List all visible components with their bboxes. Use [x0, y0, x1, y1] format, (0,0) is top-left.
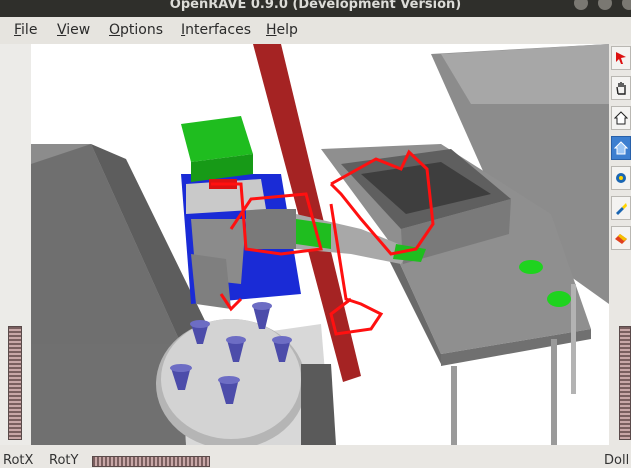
select-tool[interactable]: [611, 46, 631, 70]
dolly-slider[interactable]: [619, 326, 631, 440]
menu-view[interactable]: View: [57, 22, 90, 38]
eraser-tool[interactable]: [611, 226, 631, 250]
roty-slider[interactable]: [92, 456, 210, 467]
home-icon: [614, 111, 628, 125]
menubar: File View Options Interfaces Help: [0, 17, 631, 44]
view-all-icon: [614, 141, 628, 155]
bottom-controls: RotX RotY Doll: [0, 445, 631, 468]
view-all-tool[interactable]: [611, 136, 631, 160]
eraser-icon: [615, 234, 627, 244]
home-tool[interactable]: [611, 106, 631, 130]
menu-file[interactable]: File: [14, 22, 37, 38]
viewer-toolbar: [611, 44, 631, 254]
light-tool[interactable]: [611, 196, 631, 220]
roty-label: RotY: [49, 453, 79, 468]
3d-viewport[interactable]: [31, 44, 609, 445]
hand-pan-icon: [616, 82, 626, 95]
menu-interfaces[interactable]: Interfaces: [181, 22, 251, 38]
rotx-label: RotX: [3, 453, 34, 468]
dolly-label: Doll: [604, 453, 630, 468]
menu-help[interactable]: Help: [266, 22, 298, 38]
green-target: [519, 260, 543, 274]
pan-tool[interactable]: [611, 76, 631, 100]
rotx-slider[interactable]: [8, 326, 22, 440]
camera-seek-icon: [616, 173, 626, 183]
window-titlebar: OpenRAVE 0.9.0 (Development Version): [0, 0, 631, 17]
window-title: OpenRAVE 0.9.0 (Development Version): [169, 0, 462, 12]
flashlight-icon: [616, 203, 627, 215]
seek-tool[interactable]: [611, 166, 631, 190]
select-arrow-icon: [616, 52, 626, 64]
robot-head: [181, 116, 253, 162]
green-target: [547, 291, 571, 307]
menu-options[interactable]: Options: [109, 22, 163, 38]
